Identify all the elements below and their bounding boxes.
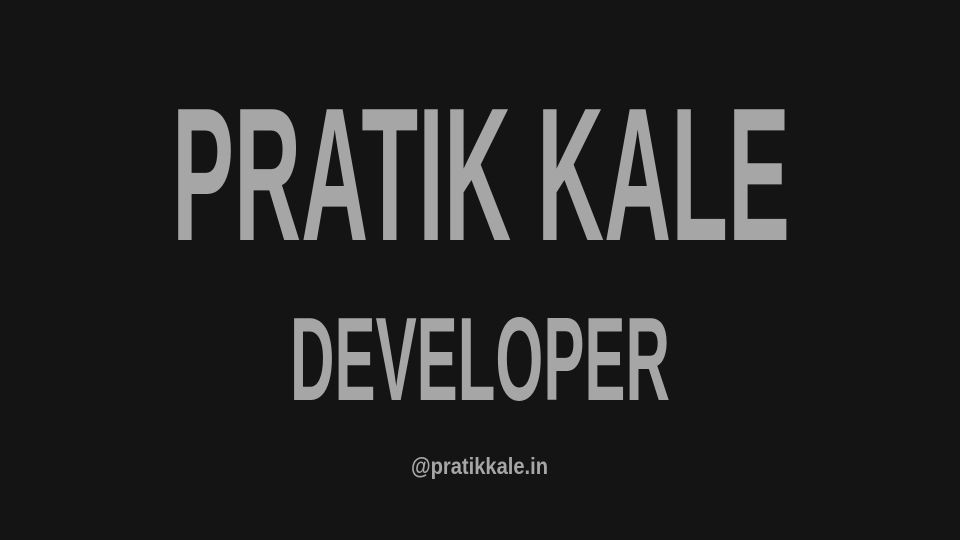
social-handle: @pratikkale.in bbox=[411, 453, 548, 479]
title-card: PRATIK KALE DEVELOPER @pratikkale.in bbox=[0, 0, 960, 540]
role-heading: DEVELOPER bbox=[290, 293, 670, 426]
name-heading: PRATIK KALE bbox=[172, 69, 790, 281]
